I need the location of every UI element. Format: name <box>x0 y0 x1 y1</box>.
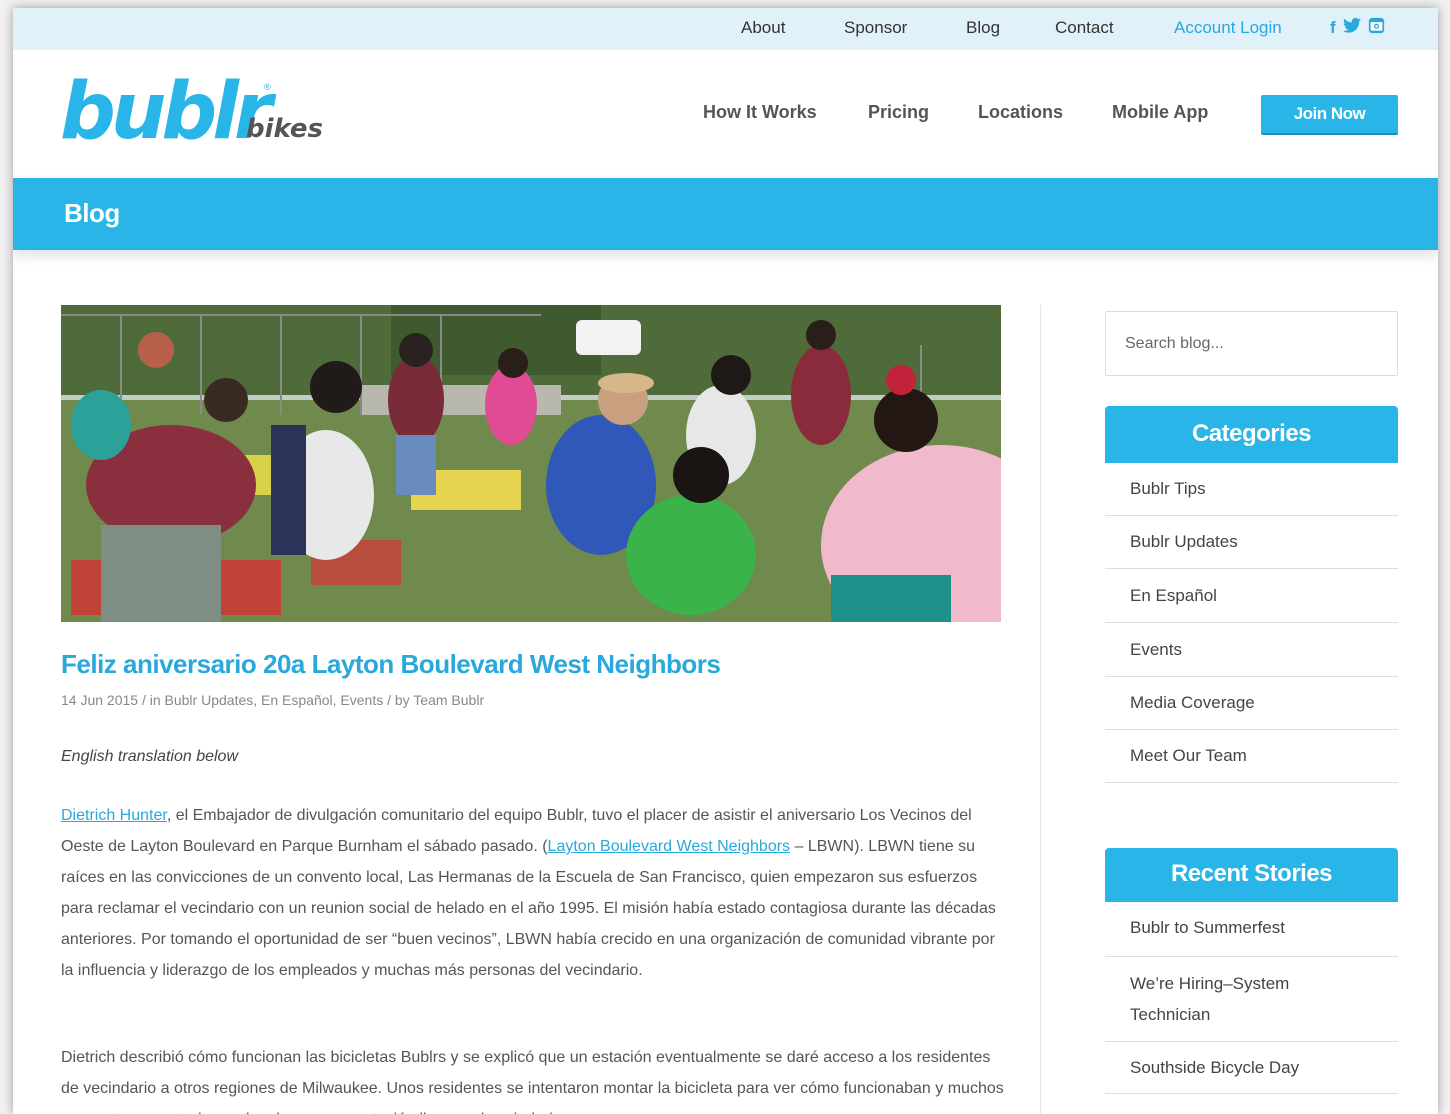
top-bar: About Sponsor Blog Contact Account Login… <box>13 8 1438 50</box>
join-now-button[interactable]: Join Now <box>1261 95 1398 133</box>
recent-story-item[interactable]: Southside Bicycle Day <box>1105 1042 1398 1094</box>
lbwn-link[interactable]: Layton Boulevard West Neighbors <box>548 838 791 855</box>
recent-story-item[interactable]: We’re Hiring–System Technician <box>1105 957 1398 1042</box>
categories-heading: Categories <box>1105 406 1398 463</box>
site-header: bublr ® bikes How It Works Pricing Locat… <box>13 50 1438 178</box>
registered-mark: ® <box>264 82 271 92</box>
post-featured-image[interactable] <box>61 305 1001 622</box>
category-bublr-updates[interactable]: Bublr Updates <box>1105 516 1398 569</box>
facebook-icon[interactable]: f <box>1330 18 1336 38</box>
post-title[interactable]: Feliz aniversario 20a Layton Boulevard W… <box>61 649 721 680</box>
social-links: f <box>1330 17 1385 39</box>
nav-how-it-works[interactable]: How It Works <box>703 102 817 123</box>
category-en-espanol[interactable]: En Español <box>1105 569 1398 623</box>
top-link-about[interactable]: About <box>741 18 785 38</box>
account-login-link[interactable]: Account Login <box>1174 18 1282 38</box>
nav-pricing[interactable]: Pricing <box>868 102 929 123</box>
category-media-coverage[interactable]: Media Coverage <box>1105 677 1398 730</box>
category-bublr-tips[interactable]: Bublr Tips <box>1105 463 1398 516</box>
bublr-logo[interactable]: bublr ® bikes <box>60 72 330 152</box>
page: About Sponsor Blog Contact Account Login… <box>13 8 1438 1114</box>
nav-locations[interactable]: Locations <box>978 102 1063 123</box>
page-title-bar: Blog <box>13 178 1438 250</box>
top-link-contact[interactable]: Contact <box>1055 18 1114 38</box>
page-title: Blog <box>64 198 120 228</box>
post-intro: English translation below <box>61 748 238 765</box>
top-link-sponsor[interactable]: Sponsor <box>844 18 907 38</box>
category-meet-our-team[interactable]: Meet Our Team <box>1105 730 1398 783</box>
top-link-blog[interactable]: Blog <box>966 18 1000 38</box>
nav-mobile-app[interactable]: Mobile App <box>1112 102 1208 123</box>
twitter-icon[interactable] <box>1342 17 1361 38</box>
instagram-icon[interactable] <box>1368 17 1385 39</box>
recent-stories-heading: Recent Stories <box>1105 848 1398 902</box>
garden-photo <box>61 305 1001 622</box>
post-paragraph-2: Dietrich describió cómo funcionan las bi… <box>61 1049 1004 1114</box>
post-paragraph-1: Dietrich Hunter, el Embajador de divulga… <box>61 807 996 979</box>
recent-story-item[interactable]: Bublr to Summerfest <box>1105 902 1398 957</box>
post-meta: 14 Jun 2015 / in Bublr Updates, En Españ… <box>61 692 485 708</box>
category-events[interactable]: Events <box>1105 623 1398 677</box>
dietrich-hunter-link[interactable]: Dietrich Hunter <box>61 807 167 824</box>
content-divider <box>1040 305 1041 1114</box>
search-blog-input[interactable] <box>1105 311 1398 376</box>
